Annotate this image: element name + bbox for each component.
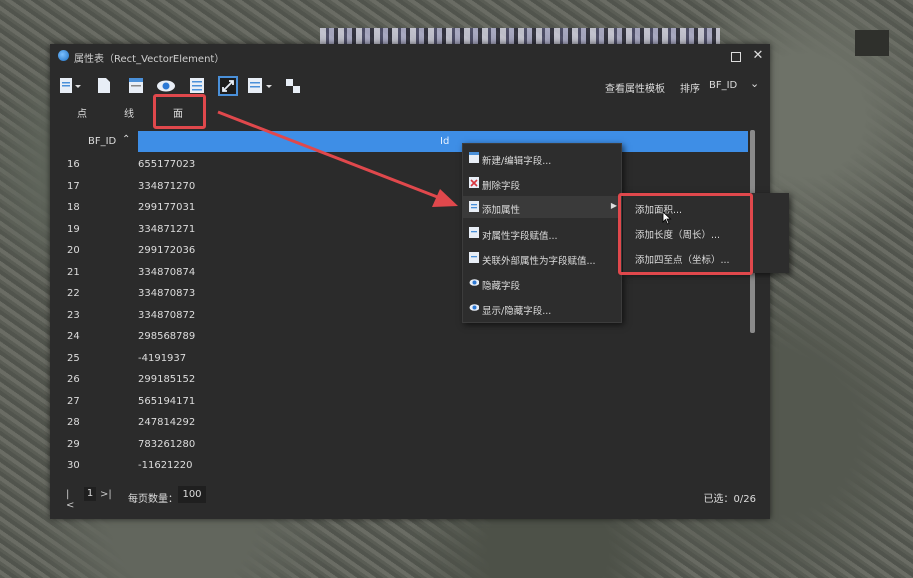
annotation-arrow [217, 110, 458, 207]
mouse-cursor-icon [662, 211, 672, 225]
